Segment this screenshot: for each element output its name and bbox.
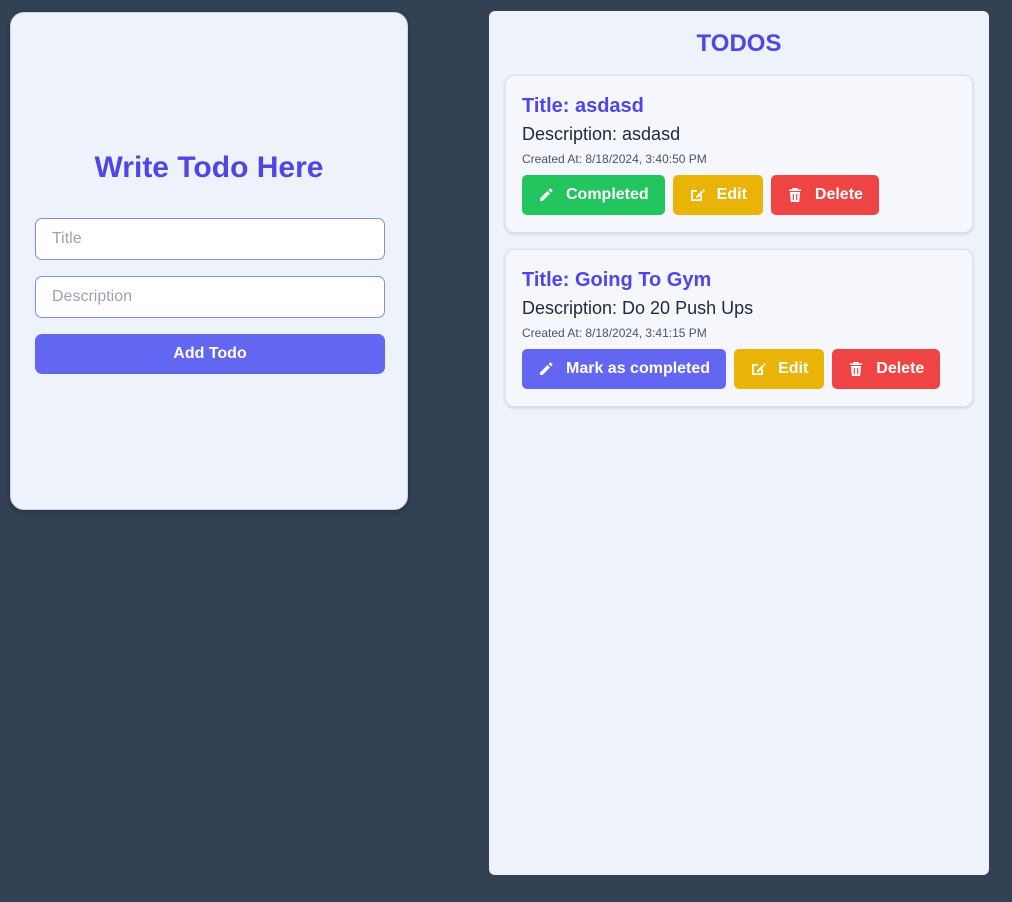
description-input[interactable] (35, 276, 385, 318)
pencil-icon (538, 361, 554, 377)
mark-as-completed-label: Mark as completed (566, 360, 711, 377)
mark-as-completed-button[interactable]: Mark as completed (522, 349, 727, 389)
todo-description: Description: Do 20 Push Ups (522, 298, 754, 318)
pencil-icon (538, 187, 554, 203)
edit-icon (689, 187, 705, 203)
delete-button-label: Delete (876, 360, 925, 377)
delete-button[interactable]: Delete (832, 349, 941, 389)
todo-card: Title: asdasd Description: asdasd Create… (505, 75, 973, 233)
todo-actions: Mark as completed Edit Delete (522, 349, 956, 389)
todos-heading: TODOS (696, 30, 782, 57)
todo-title: Title: Going To Gym (522, 269, 712, 291)
completed-button[interactable]: Completed (522, 175, 665, 215)
edit-icon (750, 361, 766, 377)
todo-created-at: Created At: 8/18/2024, 3:41:15 PM (522, 326, 707, 340)
title-input[interactable] (35, 218, 385, 260)
delete-button[interactable]: Delete (770, 175, 879, 215)
todo-actions: Completed Edit Delete (522, 175, 956, 215)
trash-icon (848, 361, 864, 377)
todo-form-card: Write Todo Here Add Todo (10, 12, 408, 510)
delete-button-label: Delete (814, 186, 863, 203)
form-heading: Write Todo Here (94, 151, 324, 184)
completed-button-label: Completed (566, 186, 649, 203)
todo-created-at: Created At: 8/18/2024, 3:40:50 PM (522, 152, 707, 166)
todo-title: Title: asdasd (522, 95, 644, 117)
todo-card: Title: Going To Gym Description: Do 20 P… (505, 249, 973, 407)
trash-icon (787, 187, 803, 203)
edit-button[interactable]: Edit (734, 349, 825, 389)
add-todo-button[interactable]: Add Todo (35, 334, 385, 374)
todos-panel: TODOS Title: asdasd Description: asdasd … (489, 11, 989, 875)
edit-button[interactable]: Edit (672, 175, 763, 215)
edit-button-label: Edit (778, 360, 809, 377)
todo-description: Description: asdasd (522, 124, 681, 144)
edit-button-label: Edit (716, 186, 747, 203)
